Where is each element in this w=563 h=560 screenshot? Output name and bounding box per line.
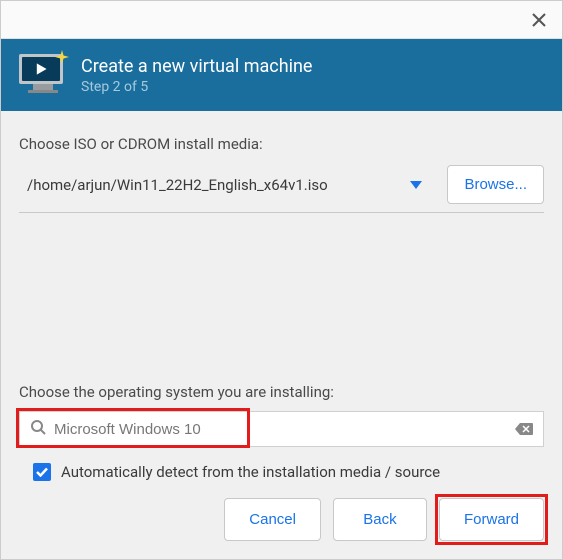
button-row: Cancel Back Forward: [224, 498, 544, 541]
forward-button[interactable]: Forward: [439, 498, 544, 541]
iso-dropdown[interactable]: /home/arjun/Win11_22H2_English_x64v1.iso: [19, 167, 437, 202]
chevron-down-icon: [409, 175, 423, 194]
sparkle-icon: [55, 50, 69, 64]
wizard-body: Choose ISO or CDROM install media: /home…: [1, 111, 562, 481]
os-label: Choose the operating system you are inst…: [19, 383, 544, 401]
os-search-field[interactable]: [19, 411, 544, 447]
autodetect-label: Automatically detect from the installati…: [61, 463, 440, 481]
media-label: Choose ISO or CDROM install media:: [19, 135, 544, 153]
cancel-button[interactable]: Cancel: [224, 498, 321, 541]
clear-icon[interactable]: [515, 421, 533, 437]
search-icon: [30, 419, 46, 439]
divider: [19, 212, 544, 213]
close-icon: [532, 13, 546, 27]
os-search-input[interactable]: [54, 421, 507, 438]
wizard-title: Create a new virtual machine: [81, 56, 312, 77]
vm-wizard-dialog: Create a new virtual machine Step 2 of 5…: [0, 0, 563, 560]
wizard-step: Step 2 of 5: [81, 79, 312, 95]
vm-monitor-icon: [19, 54, 67, 96]
back-button[interactable]: Back: [333, 498, 427, 541]
close-button[interactable]: [530, 11, 548, 29]
browse-button[interactable]: Browse...: [447, 165, 544, 204]
iso-path-value: /home/arjun/Win11_22H2_English_x64v1.iso: [27, 176, 328, 194]
titlebar: [1, 1, 562, 39]
wizard-header: Create a new virtual machine Step 2 of 5: [1, 39, 562, 111]
autodetect-checkbox[interactable]: [33, 463, 51, 481]
